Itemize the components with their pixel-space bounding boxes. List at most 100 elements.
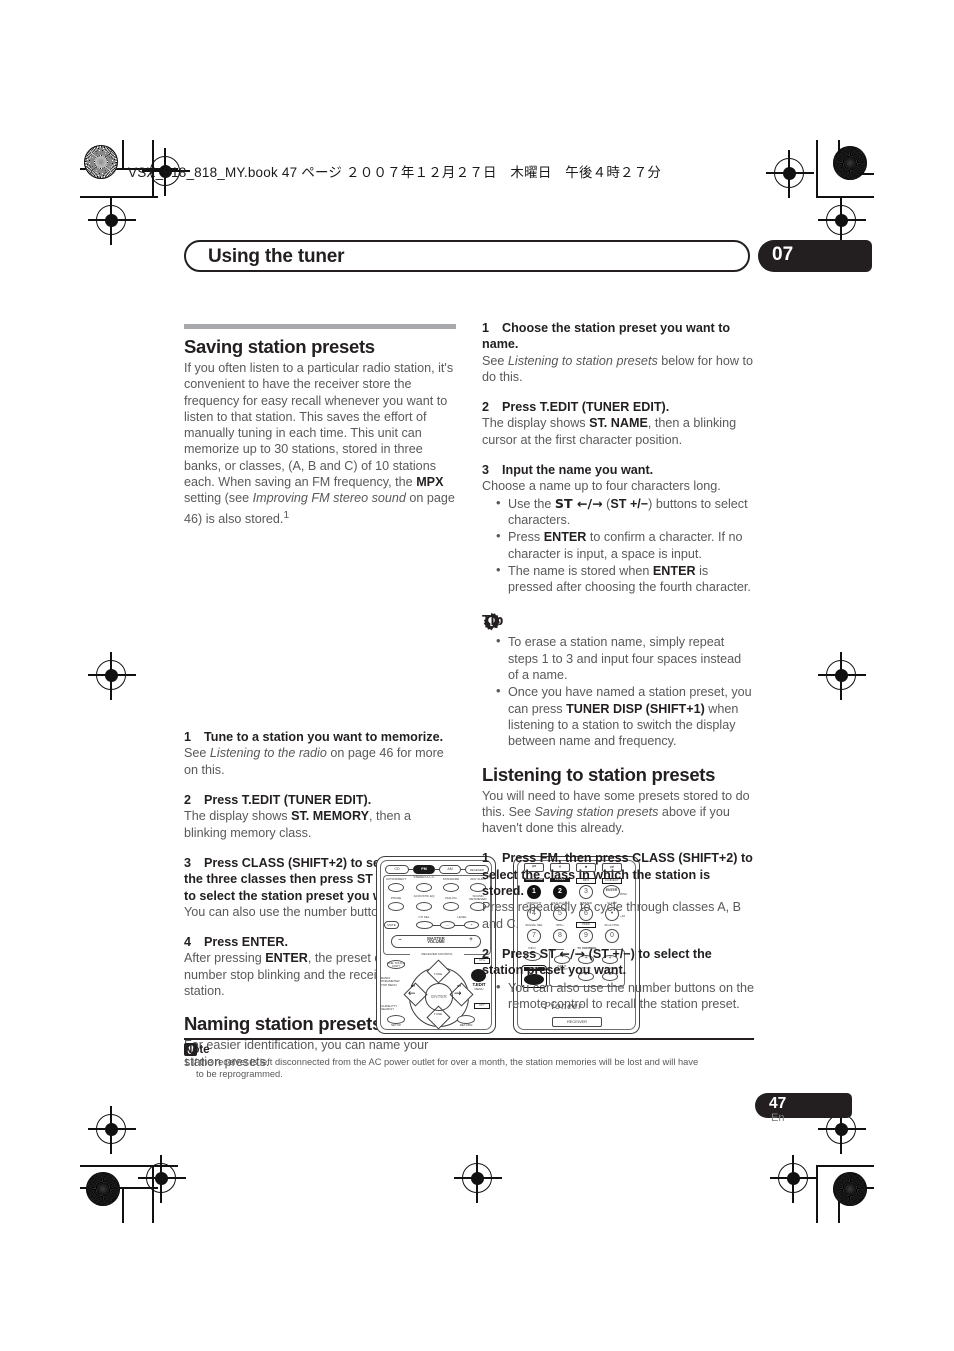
remote-link-line-1	[408, 869, 414, 870]
left-step-4-text: Press ENTER.	[204, 935, 288, 950]
section-rule	[184, 324, 456, 329]
naming-bullet-1-bold-b: ST +/−	[610, 496, 649, 511]
footnote-marker: 1	[283, 508, 290, 521]
left-step-2-body-pre: The display shows	[184, 809, 292, 824]
listening-step-1-title: 1 Press FM, then press CLASS (SHIFT+2) to…	[482, 850, 754, 899]
right-step-3-title: 3 Input the name you want.	[482, 462, 754, 478]
registration-mark-left-lower	[88, 1106, 136, 1154]
registration-mark-right-upper	[818, 197, 866, 245]
naming-bullet-3: The name is stored when ENTER is pressed…	[494, 562, 754, 596]
page-language-code: En	[771, 1112, 785, 1124]
remote-label-am: AM	[447, 867, 453, 871]
note-marker: 1	[184, 1057, 190, 1068]
left-step-2-title: 2 Press T.EDIT (TUNER EDIT).	[184, 792, 456, 808]
right-step-1-body: See Listening to station presets below f…	[482, 353, 754, 386]
naming-bullet-1-bold-a: ST ←/→	[554, 495, 603, 511]
chapter-number-badge: 07	[758, 240, 872, 272]
naming-bullet-2-bold: ENTER	[543, 530, 587, 545]
left-step-2-body-bold: ST. MEMORY	[291, 809, 370, 824]
remote-left-body: CD FM AM RECEIVER AUTO/DIRECT STEREO A.L…	[376, 856, 496, 1034]
remote-arrow-right-icon: →	[454, 989, 462, 999]
page-title: Using the tuner	[208, 246, 345, 267]
left-step-1-body-pre: See	[184, 746, 210, 761]
remote-label-tune-up: TUNE	[433, 972, 443, 976]
remote-label-cd: CD	[394, 867, 400, 871]
crop-line-top-right-h	[816, 196, 874, 198]
listening-step-1-number: 1	[482, 851, 490, 866]
listening-step-2-number: 2	[482, 946, 490, 961]
intro-cross-ref-italic: Improving FM stereo sound	[252, 491, 406, 506]
right-step-2-number: 2	[482, 400, 490, 415]
note-text-continued: to be reprogrammed.	[196, 1068, 283, 1079]
listening-step-1-text: Press FM, then press CLASS (SHIFT+2) to …	[482, 851, 753, 899]
heading-listening-to-station-presets: Listening to station presets	[482, 763, 716, 785]
running-head-bar: Using the tuner	[184, 240, 750, 272]
registration-mark-left-middle	[88, 652, 136, 700]
left-step-2-text: Press T.EDIT (TUNER EDIT).	[204, 793, 372, 808]
page-number: 47	[769, 1095, 787, 1112]
registration-mark-bottom-left	[138, 1155, 186, 1203]
right-step-3-body: Choose a name up to four characters long…	[482, 479, 721, 494]
right-step-2-text: Press T.EDIT (TUNER EDIT).	[502, 400, 670, 415]
note-text: If the receiver is left disconnected fro…	[191, 1057, 699, 1068]
intro-paragraph: If you often listen to a particular radi…	[184, 360, 456, 527]
left-step-1-text: Tune to a station you want to memorize.	[204, 730, 444, 745]
registration-mark-bottom-center	[454, 1155, 502, 1203]
note-separator-rule	[184, 1038, 754, 1041]
remote-label-setup: SETUP	[390, 1023, 402, 1027]
right-step-1-number: 1	[482, 321, 490, 335]
left-step-2-number: 2	[184, 793, 192, 808]
color-rosette-bottom-right	[833, 1172, 867, 1206]
crop-line-top-left-h2	[80, 196, 158, 198]
left-step-1-body: See Listening to the radio on page 46 fo…	[184, 745, 456, 778]
naming-bullet-3-pre: The name is stored when	[508, 563, 653, 578]
listening-intro-italic: Saving station presets	[534, 804, 659, 819]
color-rosette-top-right	[833, 146, 867, 180]
registration-mark-top-right	[766, 150, 814, 198]
crop-line-bottom-right-h	[816, 1165, 874, 1167]
color-rosette-top-left	[84, 145, 118, 179]
remote-button-enter: ENTER	[425, 983, 453, 1011]
remote-label-fm: FM	[421, 867, 427, 871]
remote-label-band-param: BAND/ PARAMETER TOP MENU	[381, 976, 400, 987]
left-step-1-number: 1	[184, 730, 192, 745]
listening-step-2-arrows: ←/→	[559, 945, 586, 961]
remote-link-line-2	[434, 869, 440, 870]
crop-line-bottom-left-v2	[122, 1187, 124, 1223]
listening-step-2-text-a: Press ST	[502, 946, 560, 961]
right-step-1-title: 1 Choose the station preset you want to n…	[482, 320, 754, 353]
tip-bullet-list: To erase a station name, simply repeat s…	[494, 633, 754, 749]
note-body: 1 If the receiver is left disconnected f…	[184, 1057, 754, 1080]
right-text-column: 1 Choose the station preset you want to n…	[482, 320, 754, 1012]
remote-arrow-left-icon: ←	[408, 989, 416, 999]
left-step-4-body-bold: ENTER	[265, 951, 308, 966]
naming-bullet-1-pre: Use the	[508, 496, 555, 511]
remote-label-one-touch-copy: ONE TOUCH COPY	[387, 960, 406, 968]
left-step-1-body-italic: Listening to the radio	[209, 746, 327, 761]
intro-mpx-bold: MPX	[416, 475, 444, 490]
remote-label-tune-down: TUNE	[433, 1012, 443, 1016]
naming-bullet-list: Use the ST ←/→ (ST +/−) buttons to selec…	[494, 495, 754, 596]
crop-line-bottom-right-v	[816, 1165, 818, 1223]
left-text-column: Saving station presets If you often list…	[184, 324, 640, 1070]
right-step-2-title: 2 Press T.EDIT (TUNER EDIT).	[482, 399, 754, 415]
chapter-number: 07	[772, 244, 794, 265]
listening-intro-body: You will need to have some presets store…	[482, 788, 754, 837]
crop-line-top-left-v2	[122, 140, 124, 170]
illustration-spacer	[184, 527, 456, 715]
tip-label: Tip	[482, 613, 504, 630]
color-rosette-bottom-left	[86, 1172, 120, 1206]
right-step-3-number: 3	[482, 463, 490, 478]
remote-label-guide: GUIDE PTY SEARCH	[381, 1004, 398, 1012]
note-block: Note 1 If the receiver is left disconnec…	[184, 1038, 754, 1081]
left-step-1-title: 1 Tune to a station you want to memorize.	[184, 729, 456, 745]
right-step-3-text: Input the name you want.	[502, 463, 654, 478]
registration-mark-right-lower	[818, 1106, 866, 1154]
tip-bullet-1: To erase a station name, simply repeat s…	[494, 633, 754, 683]
registration-mark-bottom-right	[770, 1155, 818, 1203]
left-step-4-number: 4	[184, 935, 192, 950]
right-step-2-body: The display shows ST. NAME, then a blink…	[482, 415, 754, 448]
right-step-1-body-pre: See	[482, 353, 508, 368]
listening-step-1-body: Press repeatedly to cycle through classe…	[482, 900, 742, 931]
remote-label-receiver-mode: RECEIVER	[566, 1019, 588, 1024]
